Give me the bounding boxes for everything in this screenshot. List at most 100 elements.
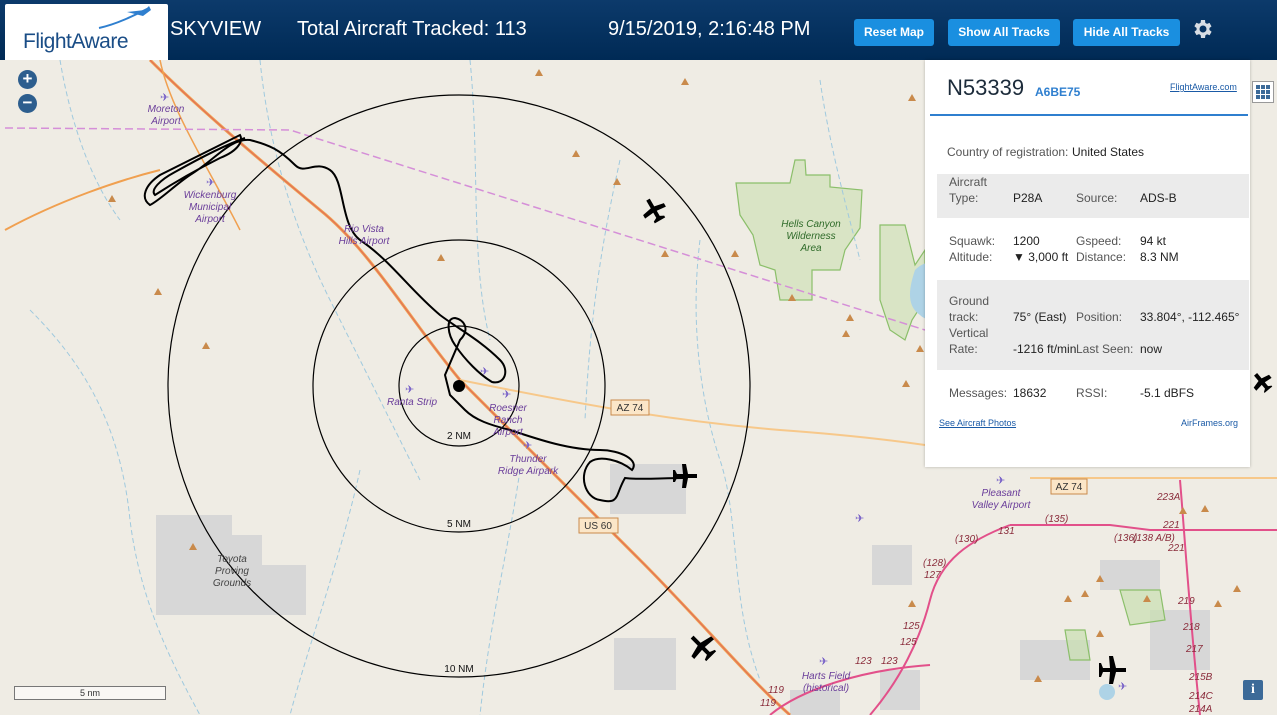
track-value: 75° (East) [1013,310,1067,324]
panel-divider [930,114,1248,116]
svg-text:123: 123 [881,656,898,667]
road-shield-az74: AZ 74 [1056,482,1083,493]
place-label: Thunder [509,454,547,465]
place-label: Ranta Strip [387,397,437,408]
svg-text:221: 221 [1167,543,1185,554]
airport-icon: ✈ [996,475,1005,487]
place-label: Hills Airport [339,236,391,247]
airport-icon: ✈ [819,656,828,668]
scale-bar: 5 nm [14,686,166,700]
show-all-tracks-button[interactable]: Show All Tracks [948,19,1060,46]
type-label: Aircraft [949,175,988,189]
country-value: United States [1072,145,1145,159]
logo-text: FlightAware [23,30,129,53]
airframes-link[interactable]: AirFrames.org [1181,418,1238,428]
place-label: Ridge Airpark [498,466,559,477]
aircraft-photos-link[interactable]: See Aircraft Photos [939,418,1016,428]
flightaware-logo[interactable]: FlightAware [5,4,168,60]
svg-text:214A: 214A [1188,704,1213,715]
lastseen-value: now [1140,342,1163,356]
altitude-value: ▼ 3,000 ft [1013,250,1069,264]
place-label: Rio Vista [344,224,384,235]
vrate-value: -1216 ft/min [1013,342,1077,356]
flightaware-link[interactable]: FlightAware.com [1170,82,1237,92]
layers-grid-icon[interactable] [1252,81,1274,103]
airport-icon: ✈ [405,384,414,396]
place-label: Ranch [494,415,523,426]
svg-text:223A: 223A [1156,492,1181,503]
source-label: Source: [1076,191,1118,205]
svg-text:(130): (130) [955,534,978,545]
airport-icon: ✈ [855,513,864,525]
app-name: SKYVIEW [170,18,262,40]
place-label: Airport [194,214,226,225]
top-bar: FlightAware SKYVIEW Total Aircraft Track… [0,0,1277,60]
place-label: Wilderness [786,231,835,242]
svg-text:(128): (128) [923,558,946,569]
svg-text:218: 218 [1182,622,1200,633]
place-label: Airport [492,427,524,438]
info-icon[interactable]: i [1243,680,1263,700]
place-label: (historical) [803,683,849,694]
squawk-label: Squawk: [949,234,996,248]
distance-value: 8.3 NM [1140,250,1179,264]
registration: N53339 [947,75,1025,100]
aircraft-info-panel: N53339 A6BE75 FlightAware.com Country of… [925,60,1250,467]
ring-label-2nm: 2 NM [447,431,471,442]
airport-icon: ✈ [160,92,169,104]
place-label: Airport [150,116,182,127]
rssi-label: RSSI: [1076,386,1108,400]
road-shield-az74: AZ 74 [617,403,644,414]
svg-text:125: 125 [903,621,920,632]
messages-label: Messages: [949,386,1008,400]
road-shield-us60: US 60 [584,521,612,532]
svg-text:214C: 214C [1188,691,1214,702]
place-label: Grounds [213,578,251,589]
svg-text:127: 127 [924,570,941,581]
distance-label: Distance: [1076,250,1127,264]
svg-text:217: 217 [1185,644,1203,655]
svg-text:131: 131 [998,526,1015,537]
reset-map-button[interactable]: Reset Map [854,19,934,46]
place-label: Valley Airport [972,500,1032,511]
type-value: P28A [1013,191,1043,205]
type-label: Type: [949,191,979,205]
place-label: Hells Canyon [781,219,841,230]
gspeed-label: Gspeed: [1076,234,1122,248]
svg-text:219: 219 [1177,596,1195,607]
zoom-out-button[interactable]: − [18,94,37,113]
airport-icon: ✈ [480,366,489,378]
vrate-label: Vertical [949,326,989,340]
svg-text:119: 119 [768,685,784,696]
datetime: 9/15/2019, 2:16:48 PM [608,18,811,40]
svg-text:119: 119 [760,698,776,709]
rssi-value: -5.1 dBFS [1140,386,1195,400]
vrate-label: Rate: [949,342,978,356]
airport-icon: ✈ [1118,681,1127,693]
ring-label-5nm: 5 NM [447,519,471,530]
svg-text:(135): (135) [1045,514,1068,525]
track-label: track: [949,310,979,324]
hex-code: A6BE75 [1035,85,1081,99]
receiver-location [453,380,465,392]
lastseen-label: Last Seen: [1076,342,1134,356]
messages-value: 18632 [1013,386,1047,400]
squawk-value: 1200 [1013,234,1040,248]
svg-text:(138 A/B): (138 A/B) [1133,533,1175,544]
position-label: Position: [1076,310,1123,324]
place-label: Toyota [217,554,247,565]
place-label: Municipal [189,202,232,213]
svg-text:123: 123 [855,656,872,667]
place-label: Area [799,243,822,254]
source-value: ADS-B [1140,191,1177,205]
airport-icon: ✈ [502,389,511,401]
gear-icon[interactable] [1190,17,1214,41]
place-label: Proving [215,566,249,577]
zoom-in-button[interactable]: + [18,70,37,89]
place-label: Roesner [489,403,527,414]
hide-all-tracks-button[interactable]: Hide All Tracks [1073,19,1180,46]
position-value: 33.804°, -112.465° [1140,310,1240,324]
svg-text:125: 125 [900,637,917,648]
ring-label-10nm: 10 NM [444,664,473,675]
altitude-label: Altitude: [949,250,993,264]
